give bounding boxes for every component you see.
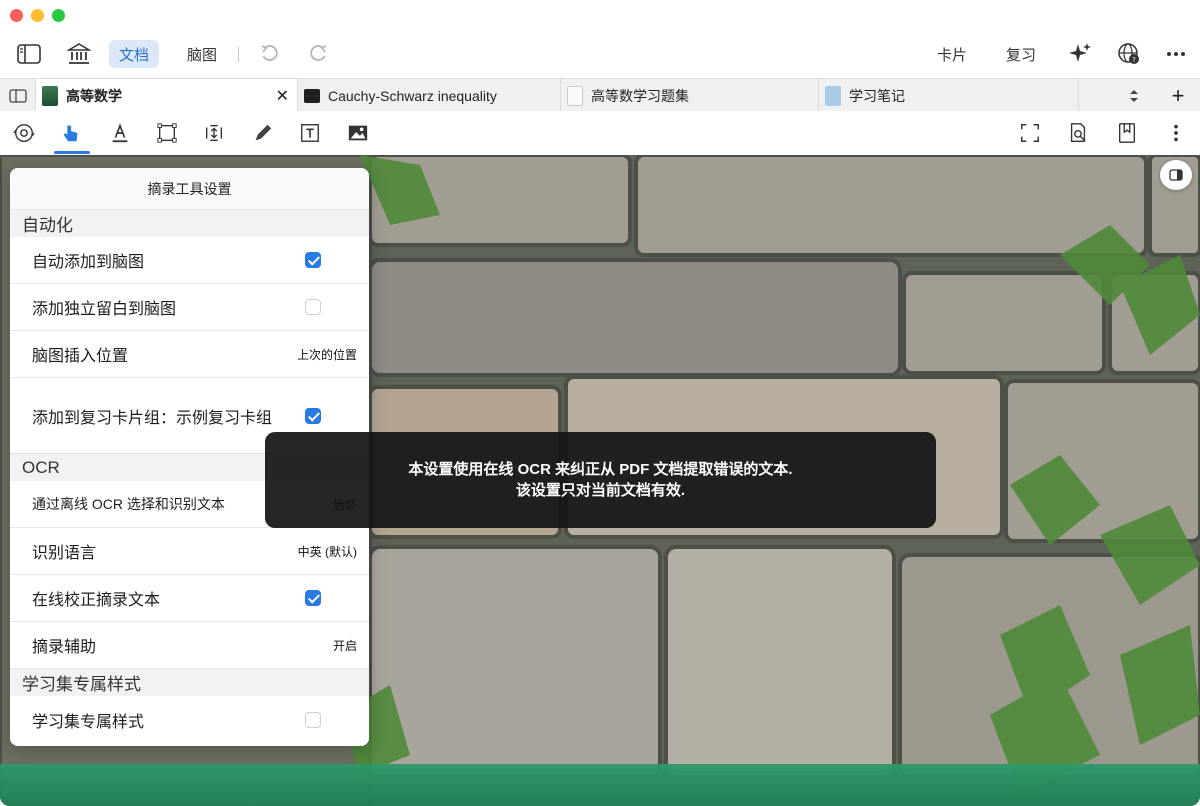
- document-tabs: 高等数学 ✕ Cauchy-Schwarz inequality 高等数学习题集…: [0, 78, 1200, 112]
- doc-mode-button[interactable]: 文档: [109, 40, 160, 68]
- row-label: 添加独立留白到脑图: [32, 301, 177, 318]
- tab-label: 学习笔记: [849, 87, 905, 104]
- sidebar-toggle-icon[interactable]: [14, 36, 44, 72]
- row-label: 通过离线 OCR 选择和识别文本: [32, 496, 225, 512]
- tab-label: 高等数学习题集: [591, 87, 689, 104]
- ai-sparkle-icon[interactable]: [1064, 36, 1096, 72]
- card-button[interactable]: 卡片: [930, 36, 974, 72]
- toolbar-divider: [238, 46, 239, 62]
- new-tab-icon[interactable]: +: [1160, 79, 1196, 112]
- auto-add-checkbox[interactable]: [305, 252, 321, 268]
- rectangle-select-icon[interactable]: [153, 119, 181, 147]
- resize-select-icon[interactable]: [200, 119, 228, 147]
- search-document-icon[interactable]: [1064, 119, 1092, 147]
- ocr-info-toast: 本设置使用在线 OCR 来纠正从 PDF 文档提取错误的文本. 该设置只对当前文…: [265, 432, 936, 528]
- tab-switcher-icon[interactable]: [1112, 79, 1156, 112]
- study-style-checkbox[interactable]: [305, 711, 321, 728]
- add-blank-checkbox[interactable]: [305, 299, 321, 315]
- online-correct-row[interactable]: 在线校正摘录文本: [10, 575, 369, 622]
- minimize-window-button[interactable]: [31, 9, 44, 22]
- tab-label: 高等数学: [66, 87, 122, 104]
- study-style-row[interactable]: 学习集专属样式: [10, 696, 369, 743]
- toast-line-2: 该设置只对当前文档有效.: [515, 482, 686, 499]
- vertical-more-icon[interactable]: [1162, 119, 1190, 147]
- tab-学习笔记[interactable]: 学习笔记: [819, 79, 1079, 112]
- excerpt-assist-value[interactable]: 开启: [333, 637, 357, 654]
- pen-icon[interactable]: [249, 119, 277, 147]
- tab-label: Cauchy-Schwarz inequality: [328, 87, 497, 104]
- active-tool-indicator: [54, 151, 90, 154]
- more-icon[interactable]: [1162, 36, 1190, 72]
- tab-cauchy-schwarz[interactable]: Cauchy-Schwarz inequality: [298, 79, 561, 112]
- section-automation: 自动化: [10, 210, 369, 237]
- tool-settings-icon[interactable]: [10, 119, 38, 147]
- section-study-style: 学习集专属样式: [10, 669, 369, 696]
- row-label: 添加到复习卡片组：示例复习卡组: [32, 409, 273, 427]
- library-icon[interactable]: [64, 36, 94, 72]
- row-label: 摘录辅助: [32, 639, 97, 656]
- document-thumbnail: [567, 85, 583, 106]
- text-highlight-icon[interactable]: [106, 119, 134, 147]
- page-footer-band: [0, 764, 1200, 806]
- undo-icon[interactable]: [256, 36, 284, 72]
- insert-position-value[interactable]: 上次的位置: [297, 346, 357, 363]
- bookmark-icon[interactable]: [1113, 119, 1141, 147]
- window-controls: [10, 9, 65, 22]
- ocr-language-row[interactable]: 识别语言 中英 (默认): [10, 528, 369, 575]
- svg-text:?: ?: [1132, 56, 1136, 64]
- toast-line-1: 本设置使用在线 OCR 来纠正从 PDF 文档提取错误的文本.: [408, 461, 793, 478]
- row-label: 在线校正摘录文本: [32, 592, 161, 609]
- main-toolbar: 文档 脑图 卡片 复习 ?: [0, 36, 1200, 74]
- image-icon[interactable]: [344, 119, 372, 147]
- redo-icon[interactable]: [304, 36, 332, 72]
- tab-高等数学[interactable]: 高等数学 ✕: [36, 79, 298, 112]
- panel-title: 摘录工具设置: [10, 168, 369, 210]
- online-correct-checkbox[interactable]: [305, 590, 321, 606]
- excerpt-tools-bar: [0, 111, 1200, 155]
- fullscreen-icon[interactable]: [1016, 119, 1044, 147]
- auto-add-mindmap-row[interactable]: 自动添加到脑图: [10, 237, 369, 284]
- ocr-language-value[interactable]: 中英 (默认): [298, 543, 357, 560]
- web-help-icon[interactable]: ?: [1114, 36, 1144, 72]
- close-tab-icon[interactable]: ✕: [276, 86, 289, 106]
- zoom-window-button[interactable]: [52, 9, 65, 22]
- document-thumbnail: [42, 85, 58, 106]
- add-review-checkbox[interactable]: [305, 407, 321, 424]
- document-thumbnail: [825, 85, 841, 106]
- app-window: 文档 脑图 卡片 复习 ? 高等数学 ✕ Cauchy-Schwarz ineq…: [0, 0, 1200, 806]
- close-window-button[interactable]: [10, 9, 23, 22]
- row-label: 学习集专属样式: [32, 713, 145, 731]
- excerpt-assist-row[interactable]: 摘录辅助 开启: [10, 622, 369, 669]
- select-hand-icon[interactable]: [57, 119, 85, 147]
- side-panel-toggle-icon[interactable]: [1160, 160, 1192, 190]
- tab-习题集[interactable]: 高等数学习题集: [561, 79, 819, 112]
- mindmap-mode-button[interactable]: 脑图: [177, 36, 227, 72]
- row-label: 脑图插入位置: [32, 348, 129, 365]
- row-label: 识别语言: [32, 545, 97, 562]
- add-blank-row[interactable]: 添加独立留白到脑图: [10, 284, 369, 331]
- text-box-icon[interactable]: [296, 119, 324, 147]
- document-thumbnail: [304, 88, 320, 103]
- insert-position-row[interactable]: 脑图插入位置 上次的位置: [10, 331, 369, 378]
- review-button[interactable]: 复习: [999, 36, 1043, 72]
- split-view-icon[interactable]: [0, 79, 36, 112]
- row-label: 自动添加到脑图: [32, 254, 145, 271]
